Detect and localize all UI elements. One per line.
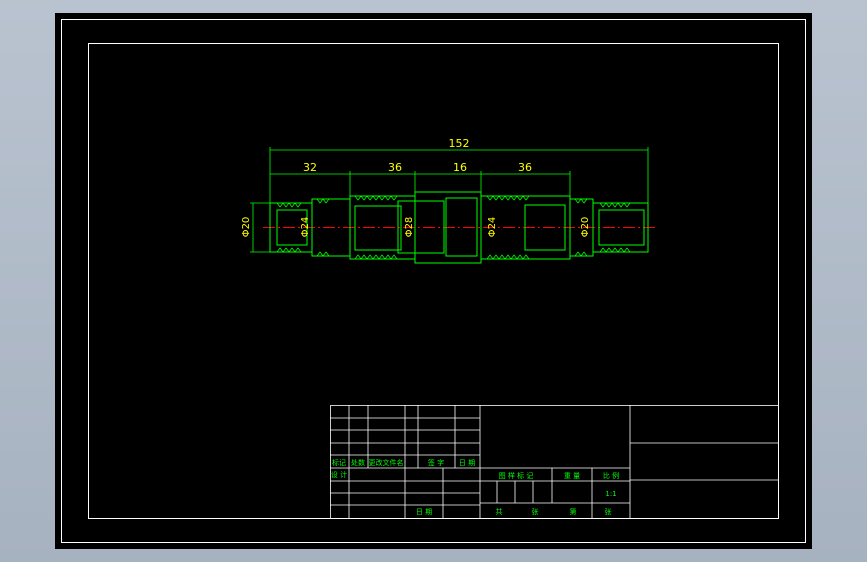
dia-label-3: Φ28	[404, 217, 415, 238]
dia-label-4: Φ24	[487, 217, 498, 238]
tb-sheet-total-prefix: 共	[496, 507, 503, 516]
inner-frame	[88, 43, 779, 519]
tb-header-count: 处数	[351, 458, 365, 467]
dim-segment-1: 32	[303, 161, 317, 174]
drawing-sheet: 152 32 36 16 36 Φ20 Φ24 Φ28 Φ24 Φ20 标记 处…	[55, 13, 812, 549]
dia-label-1: Φ20	[241, 217, 252, 238]
tb-info-drawing-mark: 图 样 标 记	[499, 471, 534, 480]
tb-header-mark: 标记	[332, 458, 346, 467]
tb-scale-value: 1:1	[605, 490, 616, 498]
cad-drawing: 152 32 36 16 36 Φ20 Φ24 Φ28 Φ24 Φ20 标记 处…	[61, 19, 806, 543]
tb-design-label: 设 计	[331, 470, 347, 479]
tb-header-sign: 签 字	[428, 458, 444, 467]
dim-segment-3: 16	[453, 161, 467, 174]
tb-sheet-total-suffix: 张	[532, 507, 539, 516]
dim-segment-2: 36	[388, 161, 402, 174]
tb-info-scale: 比 例	[603, 471, 619, 480]
shaft-view	[263, 191, 655, 264]
tb-header-doc: 更改文件名	[369, 458, 404, 467]
dia-label-2: Φ24	[300, 217, 311, 238]
tb-info-weight: 重 量	[564, 472, 580, 480]
dim-segment-4: 36	[518, 161, 532, 174]
tb-header-date: 日 期	[459, 459, 475, 467]
tb-sheet-no-suffix: 张	[605, 507, 612, 516]
dim-overall-length: 152	[449, 137, 470, 150]
tb-date-label: 日 期	[416, 508, 432, 516]
tb-sheet-no-prefix: 第	[570, 507, 577, 516]
dia-label-5: Φ20	[580, 217, 591, 238]
